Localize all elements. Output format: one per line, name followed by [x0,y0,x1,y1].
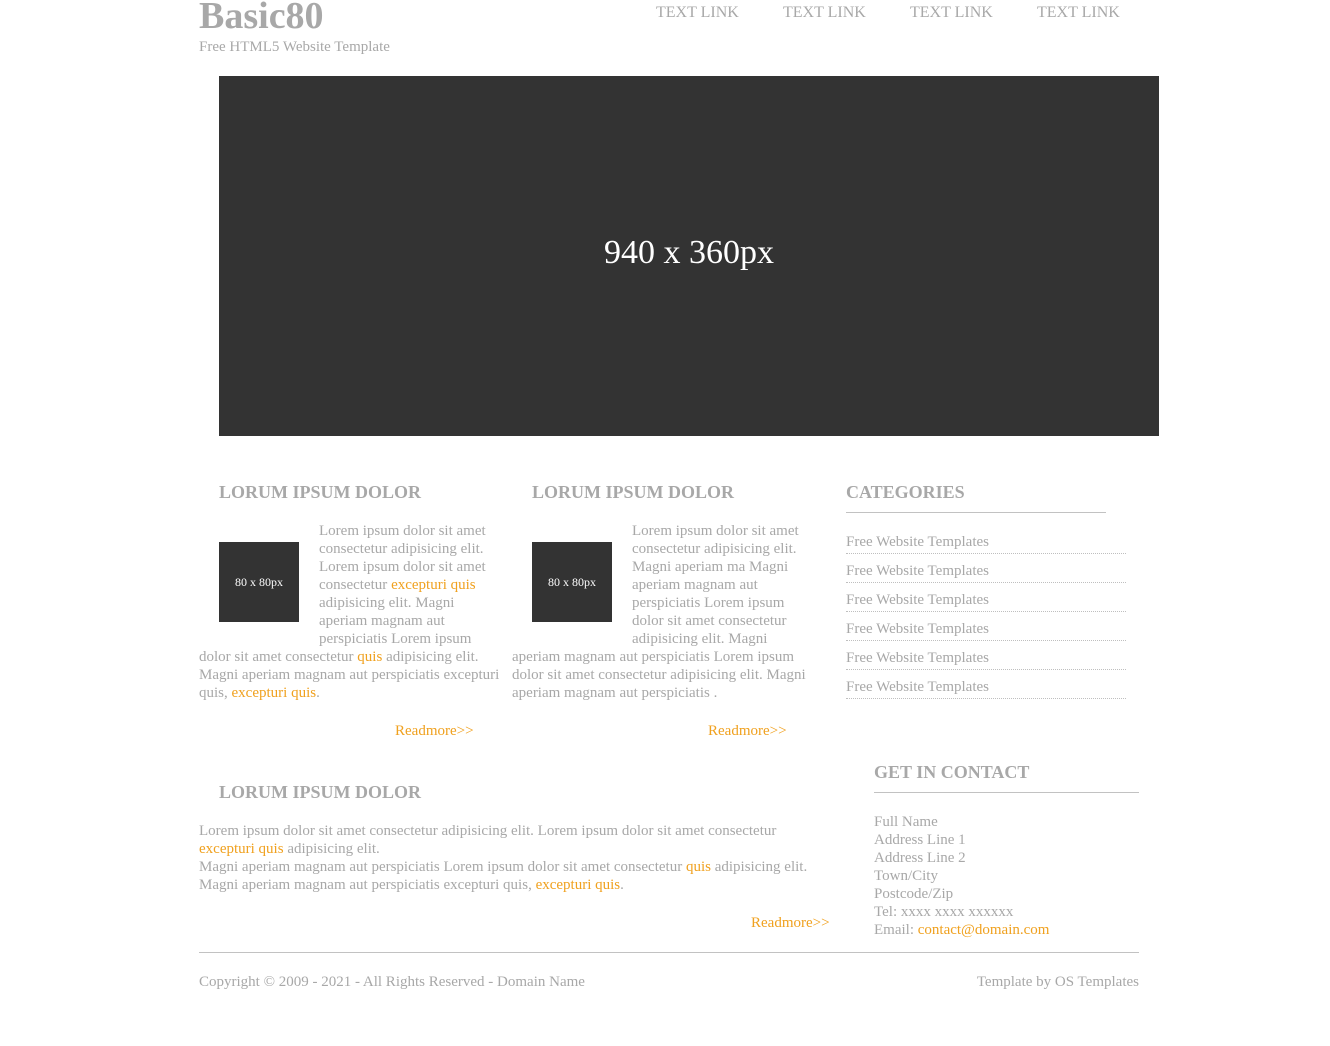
quis-link[interactable]: quis [686,859,711,875]
category-item[interactable]: Free Website Templates [846,649,1126,670]
footer-copyright: Copyright © 2009 - 2021 - All Rights Res… [199,974,585,990]
category-item[interactable]: Free Website Templates [846,678,1126,699]
column-2-heading: LORUM IPSUM DOLOR [532,482,734,502]
site-title[interactable]: Basic80 [199,0,324,38]
contact-postcode: Postcode/Zip [874,886,954,902]
contact-details: Full Name Address Line 1 Address Line 2 … [874,813,1049,939]
contact-heading: GET IN CONTACT [874,762,1030,782]
column-2-readmore-link[interactable]: Readmore>> [708,722,787,740]
column-2-text: Lorem ipsum dolor sit amet consectetur a… [512,523,806,701]
category-link[interactable]: Free Website Templates [846,621,989,637]
excepturi-quis-link[interactable]: excepturi quis [391,577,476,593]
wide-section-readmore-link[interactable]: Readmore>> [751,914,830,932]
excepturi-quis-link[interactable]: excepturi quis [232,685,317,701]
category-link[interactable]: Free Website Templates [846,563,989,579]
column-1-readmore-link[interactable]: Readmore>> [395,722,474,740]
footer-credit[interactable]: Template by OS Templates [977,973,1139,991]
categories-heading: CATEGORIES [846,482,965,502]
contact-address-line-1: Address Line 1 [874,832,966,848]
nav-link-3-label[interactable]: TEXT LINK [910,4,993,21]
category-item[interactable]: Free Website Templates [846,591,1126,612]
wide-section-text: Lorem ipsum dolor sit amet consectetur a… [199,823,808,893]
contact-full-name: Full Name [874,814,938,830]
category-item[interactable]: Free Website Templates [846,562,1126,583]
contact-address-line-2: Address Line 2 [874,850,966,866]
category-item[interactable]: Free Website Templates [846,533,1126,554]
column-1-text: Lorem ipsum dolor sit amet consectetur a… [199,523,500,701]
nav-link-2-label[interactable]: TEXT LINK [783,4,866,21]
quis-link[interactable]: quis [357,649,382,665]
contact-town-city: Town/City [874,868,938,884]
contact-divider [874,792,1139,793]
column-1-heading: LORUM IPSUM DOLOR [219,482,421,502]
hero-placeholder-label: 940 x 360px [604,234,774,271]
hero-image-placeholder: 940 x 360px [219,76,1159,436]
category-link[interactable]: Free Website Templates [846,679,989,695]
nav-link-3[interactable]: TEXT LINK [910,3,993,23]
contact-email-link[interactable]: contact@domain.com [918,922,1050,938]
excepturi-quis-link[interactable]: excepturi quis [536,877,621,893]
nav-link-1-label[interactable]: TEXT LINK [656,4,739,21]
nav-link-4[interactable]: TEXT LINK [1037,3,1120,23]
nav-link-1[interactable]: TEXT LINK [656,3,739,23]
category-link[interactable]: Free Website Templates [846,592,989,608]
contact-telephone: Tel: xxxx xxxx xxxxxx [874,904,1014,920]
nav-link-4-label[interactable]: TEXT LINK [1037,4,1120,21]
contact-email-label: Email: [874,922,918,938]
nav-link-2[interactable]: TEXT LINK [783,3,866,23]
site-tagline: Free HTML5 Website Template [199,39,390,55]
excepturi-quis-link[interactable]: excepturi quis [199,841,284,857]
footer-divider [199,952,1139,953]
categories-list: Free Website Templates Free Website Temp… [846,533,1126,703]
category-item[interactable]: Free Website Templates [846,620,1126,641]
category-link[interactable]: Free Website Templates [846,534,989,550]
wide-section-heading: LORUM IPSUM DOLOR [219,782,421,802]
categories-divider [846,512,1106,513]
contact-email-row: Email: contact@domain.com [874,921,1049,939]
category-link[interactable]: Free Website Templates [846,650,989,666]
